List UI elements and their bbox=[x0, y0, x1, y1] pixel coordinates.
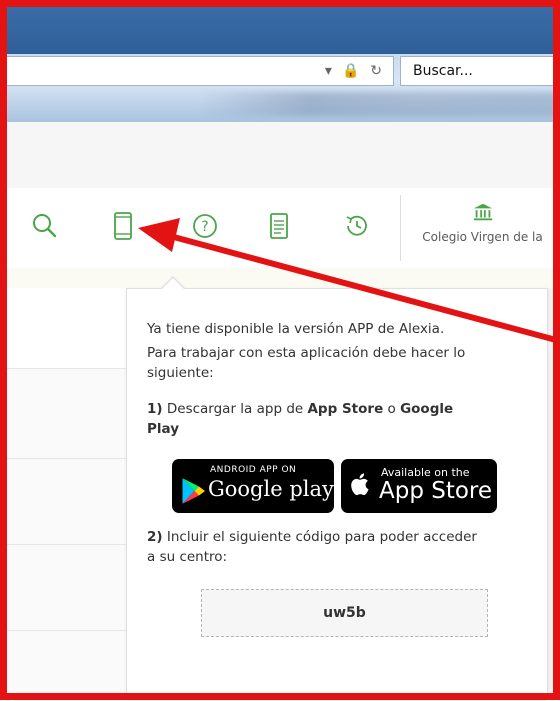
google-badge-top: ANDROID APP ON bbox=[210, 465, 297, 475]
step1-google: Google bbox=[400, 401, 454, 417]
step1-appstore: App Store bbox=[307, 401, 384, 417]
center-code-box[interactable]: uw5b bbox=[201, 589, 488, 637]
address-bar-icons[interactable]: ▾ 🔒 ↻ bbox=[325, 63, 385, 79]
svg-text:?: ? bbox=[201, 219, 208, 235]
app-header-bar bbox=[0, 122, 560, 189]
apple-icon bbox=[351, 473, 369, 496]
right-edge-panel bbox=[547, 288, 560, 700]
step1-text-line2: Play bbox=[147, 419, 179, 439]
list-item[interactable] bbox=[0, 544, 126, 631]
document-icon[interactable] bbox=[262, 206, 296, 246]
google-badge-main: Google play bbox=[208, 477, 334, 501]
mobile-icon[interactable] bbox=[106, 206, 140, 246]
popover-intro-line2: Para trabajar con esta aplicación debe h… bbox=[147, 345, 466, 361]
google-play-icon bbox=[182, 478, 205, 504]
list-item[interactable] bbox=[0, 630, 126, 701]
school-selector[interactable]: Colegio Virgen de la bbox=[405, 202, 560, 244]
toolbar-divider bbox=[400, 195, 401, 261]
popover-caret-inner bbox=[161, 278, 185, 290]
popover-intro-line1: Ya tiene disponible la versión APP de Al… bbox=[147, 321, 445, 337]
step2-number: 2) bbox=[147, 529, 163, 545]
left-content-panel bbox=[0, 290, 126, 701]
step1-text: 1) Descargar la app de App Store o Googl… bbox=[147, 399, 453, 419]
help-icon[interactable]: ? bbox=[188, 206, 222, 246]
popover-intro-line3: siguiente: bbox=[147, 365, 214, 381]
list-item[interactable] bbox=[0, 368, 126, 459]
school-building-icon bbox=[472, 203, 494, 226]
step2-text: 2) Incluir el siguiente código para pode… bbox=[147, 527, 477, 547]
step2-line1: Incluir el siguiente código para poder a… bbox=[162, 529, 477, 545]
search-icon[interactable] bbox=[28, 206, 62, 246]
browser-titlebar bbox=[0, 0, 560, 54]
browser-search-input[interactable]: Buscar... bbox=[400, 56, 560, 86]
history-icon[interactable] bbox=[340, 206, 374, 246]
app-store-badge[interactable]: Available on the App Store bbox=[341, 459, 497, 513]
app-download-popover: Ya tiene disponible la versión APP de Al… bbox=[126, 288, 548, 700]
school-name: Colegio Virgen de la bbox=[422, 230, 543, 244]
apple-badge-main: App Store bbox=[379, 478, 493, 504]
list-item[interactable] bbox=[0, 458, 126, 545]
step1-pre: Descargar la app de bbox=[162, 401, 308, 417]
step1-play: Play bbox=[147, 421, 180, 437]
step2-text-line2: a su centro: bbox=[147, 549, 228, 565]
step1-mid: o bbox=[383, 401, 401, 417]
address-bar[interactable]: ▾ 🔒 ↻ bbox=[0, 56, 394, 86]
step1-number: 1) bbox=[147, 401, 163, 417]
google-play-badge[interactable]: ANDROID APP ON Google play bbox=[172, 459, 334, 513]
bookmarks-bar bbox=[200, 92, 560, 116]
notice-strip bbox=[0, 268, 560, 288]
